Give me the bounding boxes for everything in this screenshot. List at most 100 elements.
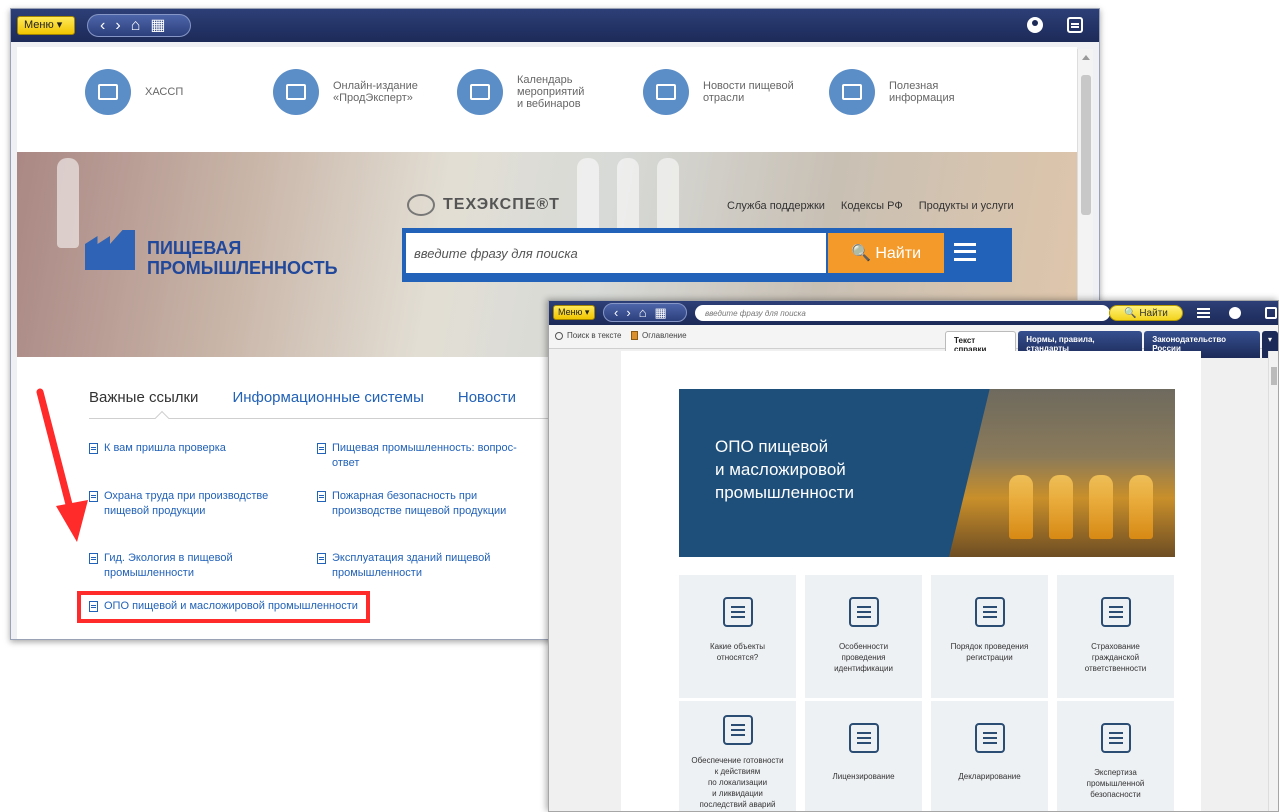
forward-icon[interactable]: › — [115, 17, 120, 34]
book-icon — [631, 331, 638, 340]
tab-important-links[interactable]: Важные ссылки — [89, 389, 198, 406]
checklist-icon — [974, 597, 1005, 627]
quick-link-label: Календарь мероприятий и вебинаров — [517, 74, 585, 110]
search-input[interactable] — [406, 233, 826, 273]
list-item[interactable]: Гид. Экология в пищевой промышленности — [89, 551, 233, 581]
tile-label: Экспертиза промышленной безопасности — [1086, 768, 1145, 799]
chat-icon[interactable] — [1265, 307, 1277, 319]
tile-licensing[interactable]: Лицензирование — [805, 701, 922, 811]
newspaper-icon — [643, 69, 689, 115]
scroll-up-icon[interactable] — [1082, 55, 1090, 60]
red-arrow-annotation — [36, 388, 88, 542]
contents-button[interactable]: Оглавление — [631, 331, 687, 340]
link-label: Пожарная безопасность при производстве п… — [332, 490, 507, 517]
quick-link-label: Онлайн-издание «ПродЭксперт» — [333, 80, 418, 104]
factory-logo-icon — [85, 222, 143, 278]
tab-information-systems[interactable]: Информационные системы — [232, 389, 423, 406]
home-icon[interactable]: ⌂ — [131, 17, 141, 34]
hamburger-menu-icon[interactable] — [954, 243, 976, 261]
quick-link-news[interactable]: Новости пищевой отрасли — [643, 69, 794, 115]
navigation-pill: ‹ › ⌂ ▦ — [603, 303, 687, 322]
list-item[interactable]: Эксплуатация зданий пищевой промышленнос… — [317, 551, 490, 581]
link-label: Эксплуатация зданий пищевой промышленнос… — [332, 552, 491, 579]
search-input[interactable] — [695, 305, 1110, 321]
quick-link-prodexpert[interactable]: Онлайн-издание «ПродЭксперт» — [273, 69, 418, 115]
forward-icon[interactable]: › — [626, 305, 630, 320]
link-label: К вам пришла проверка — [104, 442, 226, 454]
document-window: Меню ▾ ‹ › ⌂ ▦ 🔍 Найти Поиск в тексте Ог… — [548, 300, 1279, 812]
tile-label: Лицензирование — [832, 772, 895, 781]
quick-link-calendar[interactable]: Календарь мероприятий и вебинаров — [457, 69, 584, 115]
top-toolbar: Меню ▾ ‹ › ⌂ ▦ 🔍 Найти — [549, 301, 1278, 325]
search-button[interactable]: 🔍 Найти — [1109, 305, 1183, 321]
hamburger-menu-icon[interactable] — [1197, 308, 1210, 318]
link-label: Гид. Экология в пищевой промышленности — [104, 552, 233, 579]
tile-label: Особенности проведения идентификации — [834, 642, 893, 673]
tile-label: Страхование гражданской ответственности — [1084, 642, 1147, 673]
helmet-icon — [1100, 723, 1131, 753]
hero-banner: ОПО пищевой и масложировой промышленност… — [679, 389, 1175, 557]
quick-link-label: Полезная информация — [889, 80, 955, 104]
search-bar: 🔍 Найти — [402, 228, 1012, 282]
tile-insurance[interactable]: Страхование гражданской ответственности — [1057, 575, 1174, 698]
back-icon[interactable]: ‹ — [614, 305, 618, 320]
list-item[interactable]: К вам пришла проверка — [89, 441, 226, 456]
hero-photo — [949, 389, 1175, 557]
folders-icon — [85, 69, 131, 115]
tile-identification[interactable]: Особенности проведения идентификации — [805, 575, 922, 698]
header-links: Служба поддержки Кодексы РФ Продукты и у… — [727, 200, 1014, 212]
top-toolbar: Меню ▾ ‹ › ⌂ ▦ — [11, 9, 1099, 42]
search-in-text-button[interactable]: Поиск в тексте — [555, 331, 622, 340]
search-icon — [555, 331, 563, 340]
menu-button[interactable]: Меню ▾ — [17, 16, 75, 35]
bottle-decoration — [1049, 475, 1073, 539]
techexpert-mark-icon — [407, 194, 435, 216]
quick-link-label: Новости пищевой отрасли — [703, 80, 794, 104]
back-icon[interactable]: ‹ — [100, 17, 105, 34]
user-icon[interactable] — [1229, 307, 1241, 319]
emergency-icon — [722, 715, 753, 745]
products-link[interactable]: Продукты и услуги — [919, 200, 1014, 212]
document-content: ОПО пищевой и масложировой промышленност… — [621, 351, 1201, 811]
home-icon[interactable]: ⌂ — [639, 305, 647, 320]
link-label: Охрана труда при производстве пищевой пр… — [104, 490, 269, 517]
tile-registration[interactable]: Порядок проведения регистрации — [931, 575, 1048, 698]
shield-hands-icon — [1100, 597, 1131, 627]
scroll-thumb[interactable] — [1271, 367, 1277, 385]
list-item[interactable]: Пищевая промышленность: вопрос- ответ — [317, 441, 517, 471]
brand-title: ПИЩЕВАЯ ПРОМЫШЛЕННОСТЬ — [147, 238, 338, 278]
tile-label: Какие объекты относятся? — [710, 642, 765, 662]
codes-link[interactable]: Кодексы РФ — [841, 200, 903, 212]
section-tabs: Важные ссылки Информационные системы Нов… — [89, 389, 569, 406]
document-icon — [317, 553, 326, 564]
user-icon[interactable] — [1027, 17, 1043, 33]
tile-label: Порядок проведения регистрации — [950, 642, 1029, 662]
tile-declaration[interactable]: Декларирование — [931, 701, 1048, 811]
scroll-thumb[interactable] — [1081, 75, 1091, 215]
list-item[interactable]: Пожарная безопасность при производстве п… — [317, 489, 506, 519]
navigation-pill: ‹ › ⌂ ▦ — [87, 14, 191, 37]
quick-link-haccp[interactable]: ХАССП — [85, 69, 183, 115]
document-icon — [317, 443, 326, 454]
menu-button[interactable]: Меню ▾ — [553, 305, 595, 320]
tab-news[interactable]: Новости — [458, 389, 516, 406]
quick-link-info[interactable]: Полезная информация — [829, 69, 955, 115]
search-in-text-label: Поиск в тексте — [567, 331, 622, 340]
vertical-scrollbar[interactable] — [1268, 351, 1278, 811]
list-item[interactable]: Охрана труда при производстве пищевой пр… — [89, 489, 268, 519]
tile-objects[interactable]: Какие объекты относятся? — [679, 575, 796, 698]
contents-label: Оглавление — [642, 331, 687, 340]
techexpert-logo: ТЕХЭКСПЕ®Т — [407, 194, 560, 216]
grid-icon[interactable]: ▦ — [655, 305, 667, 321]
bottle-decoration — [1009, 475, 1033, 539]
tile-expertise[interactable]: Экспертиза промышленной безопасности — [1057, 701, 1174, 811]
techexpert-name: ТЕХЭКСПЕ®Т — [443, 196, 560, 213]
active-tab-caret — [154, 410, 170, 426]
search-button[interactable]: 🔍 Найти — [828, 233, 944, 273]
tile-emergency[interactable]: Обеспечение готовности к действиям по ло… — [679, 701, 796, 811]
chat-icon[interactable] — [1067, 17, 1083, 33]
grid-icon[interactable]: ▦ — [150, 17, 165, 34]
info-icon — [829, 69, 875, 115]
support-link[interactable]: Служба поддержки — [727, 200, 825, 212]
license-icon — [848, 723, 879, 753]
